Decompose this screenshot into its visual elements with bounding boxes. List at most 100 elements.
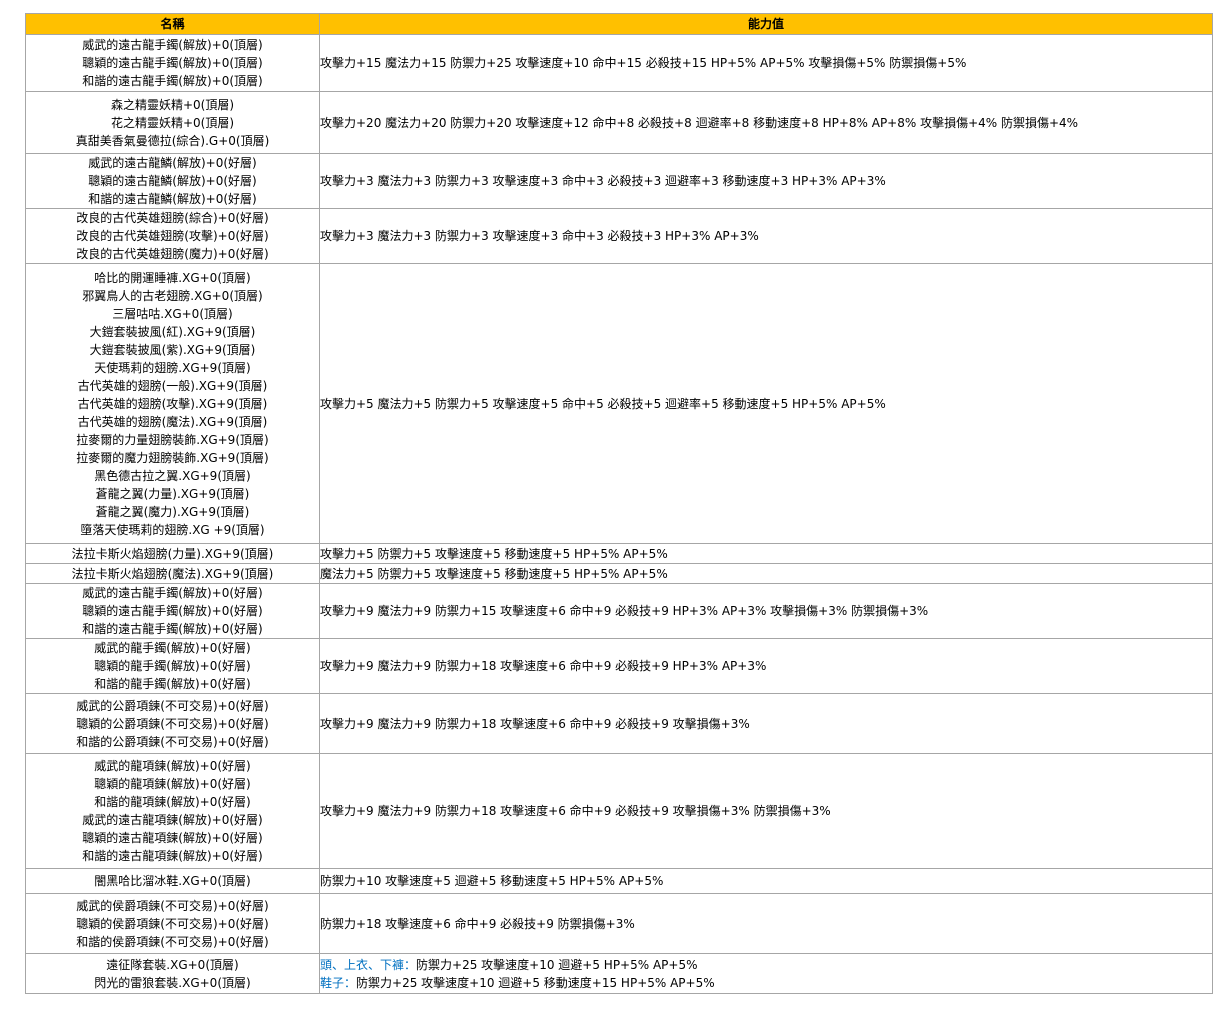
item-stats-cell: 魔法力+5 防禦力+5 攻擊速度+5 移動速度+5 HP+5% AP+5% [319, 563, 1213, 584]
table-row: 威武的公爵項鍊(不可交易)+0(好層) 聰穎的公爵項鍊(不可交易)+0(好層) 和諧… [25, 693, 1213, 754]
item-name: 黑色德古拉之翼.XG+9(頂層) [94, 468, 251, 483]
stat-text: 防禦力+18 攻擊速度+6 命中+9 必殺技+9 防禦損傷+3% [320, 916, 635, 931]
stat-text: 攻擊力+3 魔法力+3 防禦力+3 攻擊速度+3 命中+3 必殺技+3 HP+3… [320, 229, 759, 243]
item-name: 法拉卡斯火焰翅膀(力量).XG+9(頂層) [71, 546, 274, 561]
item-name-cell: 威武的遠古龍鱗(解放)+0(好層) 聰穎的遠古龍鱗(解放)+0(好層) 和諧的遠古龍… [25, 153, 320, 209]
item-stats-cell: 攻擊力+5 防禦力+5 攻擊速度+5 移動速度+5 HP+5% AP+5% [319, 543, 1213, 564]
item-name: 花之精靈妖精+0(頂層) [110, 115, 235, 130]
table-row: 威武的遠古龍手鐲(解放)+0(好層) 聰穎的遠古龍手鐲(解放)+0(好層) 和諧的遠… [25, 583, 1213, 639]
item-stats-cell: 防禦力+18 攻擊速度+6 命中+9 必殺技+9 防禦損傷+3% [319, 893, 1213, 954]
item-name: 和諧的龍項鍊(解放)+0(好層) [94, 795, 251, 809]
item-name: 聰穎的公爵項鍊(不可交易)+0(好層) [76, 716, 269, 731]
item-stats-cell: 頭、上衣、下褲：防禦力+25 攻擊速度+10 迴避+5 HP+5% AP+5% 鞋… [319, 953, 1213, 994]
item-name: 古代英雄的翅膀(一般).XG+9(頂層) [77, 378, 268, 393]
item-name: 聰穎的遠古龍鱗(解放)+0(好層) [88, 174, 257, 188]
table-row: 威武的遠古龍手鐲(解放)+0(頂層) 聰穎的遠古龍手鐲(解放)+0(頂層) 和諧的遠… [25, 34, 1213, 92]
item-name-cell: 闇黑哈比溜冰鞋.XG+0(頂層) [25, 868, 320, 894]
item-name-cell: 威武的遠古龍手鐲(解放)+0(好層) 聰穎的遠古龍手鐲(解放)+0(好層) 和諧的遠… [25, 583, 320, 639]
item-name: 威武的遠古龍鱗(解放)+0(好層) [88, 156, 257, 170]
item-name: 威武的龍項鍊(解放)+0(好層) [94, 759, 251, 773]
item-name: 拉麥爾的魔力翅膀裝飾.XG+9(頂層) [76, 450, 269, 465]
item-name: 改良的古代英雄翅膀(攻擊)+0(好層) [76, 229, 269, 243]
table-row: 威武的龍手鐲(解放)+0(好層) 聰穎的龍手鐲(解放)+0(好層) 和諧的龍手鐲(解… [25, 638, 1213, 694]
item-name-cell: 法拉卡斯火焰翅膀(力量).XG+9(頂層) [25, 543, 320, 564]
stat-text: 攻擊力+3 魔法力+3 防禦力+3 攻擊速度+3 命中+3 必殺技+3 迴避率+… [320, 174, 886, 188]
item-stats-table: 名稱 能力值 威武的遠古龍手鐲(解放)+0(頂層) 聰穎的遠古龍手鐲(解放)+0(… [25, 13, 1213, 994]
item-name-cell: 威武的遠古龍手鐲(解放)+0(頂層) 聰穎的遠古龍手鐲(解放)+0(頂層) 和諧的遠… [25, 34, 320, 92]
item-name: 三層咕咕.XG+0(頂層) [112, 306, 233, 321]
item-name: 和諧的公爵項鍊(不可交易)+0(好層) [76, 734, 269, 749]
table-header-row: 名稱 能力值 [25, 13, 1213, 35]
table-row: 法拉卡斯火焰翅膀(魔法).XG+9(頂層) 魔法力+5 防禦力+5 攻擊速度+5 … [25, 563, 1213, 584]
item-name: 法拉卡斯火焰翅膀(魔法).XG+9(頂層) [71, 566, 274, 581]
stat-text: 攻擊力+5 防禦力+5 攻擊速度+5 移動速度+5 HP+5% AP+5% [320, 546, 668, 561]
stat-text: 防禦力+10 攻擊速度+5 迴避+5 移動速度+5 HP+5% AP+5% [320, 874, 664, 888]
stat-text: 攻擊力+9 魔法力+9 防禦力+15 攻擊速度+6 命中+9 必殺技+9 HP+… [320, 604, 929, 618]
item-stats-cell: 攻擊力+15 魔法力+15 防禦力+25 攻擊速度+10 命中+15 必殺技+1… [319, 34, 1213, 92]
item-name-cell: 哈比的開運睡褲.XG+0(頂層) 邪翼鳥人的古老翅膀.XG+0(頂層) 三層咕咕.X… [25, 263, 320, 544]
table-row: 闇黑哈比溜冰鞋.XG+0(頂層) 防禦力+10 攻擊速度+5 迴避+5 移動速度+… [25, 868, 1213, 894]
item-name: 和諧的侯爵項鍊(不可交易)+0(好層) [76, 934, 269, 949]
item-name: 威武的遠古龍項鍊(解放)+0(好層) [82, 813, 263, 827]
item-stats-cell: 攻擊力+9 魔法力+9 防禦力+18 攻擊速度+6 命中+9 必殺技+9 HP+… [319, 638, 1213, 694]
item-name: 真甜美香氣曼德拉(綜合).G+0(頂層) [75, 133, 270, 148]
item-stats-cell: 攻擊力+5 魔法力+5 防禦力+5 攻擊速度+5 命中+5 必殺技+5 迴避率+… [319, 263, 1213, 544]
item-name: 威武的龍手鐲(解放)+0(好層) [94, 641, 251, 655]
item-name: 古代英雄的翅膀(攻擊).XG+9(頂層) [77, 396, 268, 411]
table-row: 威武的龍項鍊(解放)+0(好層) 聰穎的龍項鍊(解放)+0(好層) 和諧的龍項鍊(解… [25, 753, 1213, 869]
table-row: 哈比的開運睡褲.XG+0(頂層) 邪翼鳥人的古老翅膀.XG+0(頂層) 三層咕咕.X… [25, 263, 1213, 544]
table-row: 威武的遠古龍鱗(解放)+0(好層) 聰穎的遠古龍鱗(解放)+0(好層) 和諧的遠古龍… [25, 153, 1213, 209]
item-name: 威武的遠古龍手鐲(解放)+0(好層) [82, 586, 263, 600]
item-stats-cell: 攻擊力+9 魔法力+9 防禦力+15 攻擊速度+6 命中+9 必殺技+9 HP+… [319, 583, 1213, 639]
item-stats-cell: 防禦力+10 攻擊速度+5 迴避+5 移動速度+5 HP+5% AP+5% [319, 868, 1213, 894]
item-name: 墮落天使瑪莉的翅膀.XG +9(頂層) [80, 522, 265, 537]
table-row: 威武的侯爵項鍊(不可交易)+0(好層) 聰穎的侯爵項鍊(不可交易)+0(好層) 和諧… [25, 893, 1213, 954]
item-name: 遠征隊套裝.XG+0(頂層) [106, 957, 239, 972]
item-name: 改良的古代英雄翅膀(魔力)+0(好層) [76, 247, 269, 261]
item-stats-cell: 攻擊力+3 魔法力+3 防禦力+3 攻擊速度+3 命中+3 必殺技+3 HP+3… [319, 208, 1213, 264]
stat-text: 攻擊力+5 魔法力+5 防禦力+5 攻擊速度+5 命中+5 必殺技+5 迴避率+… [320, 396, 886, 411]
stat-line: 頭、上衣、下褲：防禦力+25 攻擊速度+10 迴避+5 HP+5% AP+5% [320, 956, 1212, 974]
item-stats-cell: 攻擊力+20 魔法力+20 防禦力+20 攻擊速度+12 命中+8 必殺技+8 … [319, 91, 1213, 154]
item-stats-cell: 攻擊力+3 魔法力+3 防禦力+3 攻擊速度+3 命中+3 必殺技+3 迴避率+… [319, 153, 1213, 209]
item-name: 天使瑪莉的翅膀.XG+9(頂層) [94, 360, 251, 375]
item-name: 威武的遠古龍手鐲(解放)+0(頂層) [82, 38, 263, 52]
stat-line: 鞋子：防禦力+25 攻擊速度+10 迴避+5 移動速度+15 HP+5% AP+… [320, 974, 1212, 992]
item-name-cell: 法拉卡斯火焰翅膀(魔法).XG+9(頂層) [25, 563, 320, 584]
item-name-cell: 威武的龍項鍊(解放)+0(好層) 聰穎的龍項鍊(解放)+0(好層) 和諧的龍項鍊(解… [25, 753, 320, 869]
item-name: 大鎧套裝披風(紫).XG+9(頂層) [89, 342, 256, 357]
item-name-cell: 威武的公爵項鍊(不可交易)+0(好層) 聰穎的公爵項鍊(不可交易)+0(好層) 和諧… [25, 693, 320, 754]
item-name: 拉麥爾的力量翅膀裝飾.XG+9(頂層) [76, 432, 269, 447]
table-row: 法拉卡斯火焰翅膀(力量).XG+9(頂層) 攻擊力+5 防禦力+5 攻擊速度+5 … [25, 543, 1213, 564]
stat-text: 攻擊力+9 魔法力+9 防禦力+18 攻擊速度+6 命中+9 必殺技+9 攻擊損… [320, 804, 831, 818]
stat-text: 攻擊力+15 魔法力+15 防禦力+25 攻擊速度+10 命中+15 必殺技+1… [320, 56, 967, 70]
stat-text: 攻擊力+20 魔法力+20 防禦力+20 攻擊速度+12 命中+8 必殺技+8 … [320, 115, 1079, 130]
stat-text: 防禦力+25 攻擊速度+10 迴避+5 移動速度+15 HP+5% AP+5% [356, 975, 715, 990]
item-name: 闇黑哈比溜冰鞋.XG+0(頂層) [94, 874, 251, 888]
item-name-cell: 威武的龍手鐲(解放)+0(好層) 聰穎的龍手鐲(解放)+0(好層) 和諧的龍手鐲(解… [25, 638, 320, 694]
item-name: 聰穎的龍項鍊(解放)+0(好層) [94, 777, 251, 791]
table-row: 改良的古代英雄翅膀(綜合)+0(好層) 改良的古代英雄翅膀(攻擊)+0(好層) 改良… [25, 208, 1213, 264]
item-name: 和諧的遠古龍鱗(解放)+0(好層) [88, 192, 257, 206]
item-name-cell: 遠征隊套裝.XG+0(頂層) 閃光的雷狼套裝.XG+0(頂層) [25, 953, 320, 994]
item-name-cell: 威武的侯爵項鍊(不可交易)+0(好層) 聰穎的侯爵項鍊(不可交易)+0(好層) 和諧… [25, 893, 320, 954]
header-name: 名稱 [25, 13, 320, 35]
stat-text: 魔法力+5 防禦力+5 攻擊速度+5 移動速度+5 HP+5% AP+5% [320, 566, 668, 581]
table-row: 森之精靈妖精+0(頂層) 花之精靈妖精+0(頂層) 真甜美香氣曼德拉(綜合).G+0… [25, 91, 1213, 154]
stat-text: 防禦力+25 攻擊速度+10 迴避+5 HP+5% AP+5% [416, 957, 698, 972]
item-stats-cell: 攻擊力+9 魔法力+9 防禦力+18 攻擊速度+6 命中+9 必殺技+9 攻擊損… [319, 693, 1213, 754]
stat-text: 攻擊力+9 魔法力+9 防禦力+18 攻擊速度+6 命中+9 必殺技+9 攻擊損… [320, 716, 750, 731]
item-name: 聰穎的遠古龍項鍊(解放)+0(好層) [82, 831, 263, 845]
item-name: 森之精靈妖精+0(頂層) [110, 97, 235, 112]
item-name: 哈比的開運睡褲.XG+0(頂層) [94, 270, 251, 285]
item-name: 和諧的遠古龍項鍊(解放)+0(好層) [82, 849, 263, 863]
item-name: 和諧的遠古龍手鐲(解放)+0(好層) [82, 622, 263, 636]
item-name: 蒼龍之翼(力量).XG+9(頂層) [95, 486, 250, 501]
stat-slot-label: 頭、上衣、下褲： [320, 957, 417, 972]
item-name: 聰穎的侯爵項鍊(不可交易)+0(好層) [76, 916, 269, 931]
item-name: 邪翼鳥人的古老翅膀.XG+0(頂層) [82, 288, 263, 303]
stat-text: 攻擊力+9 魔法力+9 防禦力+18 攻擊速度+6 命中+9 必殺技+9 HP+… [320, 659, 767, 673]
item-name: 聰穎的遠古龍手鐲(解放)+0(好層) [82, 604, 263, 618]
stat-slot-label: 鞋子： [320, 975, 357, 990]
item-name: 閃光的雷狼套裝.XG+0(頂層) [94, 975, 251, 990]
